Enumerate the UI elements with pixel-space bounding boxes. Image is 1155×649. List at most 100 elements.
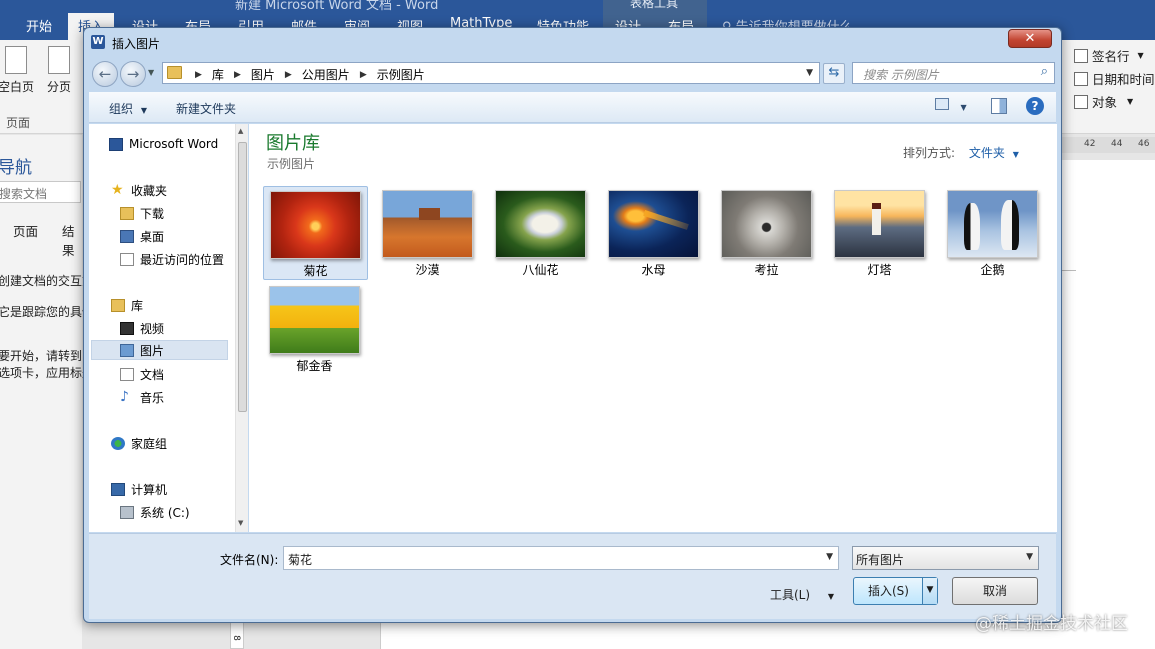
koala-thumbnail (721, 190, 812, 258)
chevron-right-icon[interactable]: ▶ (360, 70, 367, 80)
tree-label: 下载 (140, 206, 165, 221)
page-break-button[interactable]: 分页 (39, 46, 79, 95)
tree-item-libraries[interactable]: 库 (111, 295, 143, 315)
chevron-down-icon: ▼ (1137, 51, 1144, 60)
calendar-icon (1074, 71, 1088, 86)
tree-item-documents[interactable]: 文档 (120, 364, 164, 384)
organize-button[interactable]: 组织 ▼ (109, 100, 147, 117)
word-icon: W (91, 35, 105, 49)
pages-group-label: 页面 (6, 116, 31, 130)
image-tile-tulips[interactable]: 郁金香 (263, 282, 368, 376)
cancel-button[interactable]: 取消 (952, 577, 1038, 605)
address-bar[interactable]: ▶ 库 ▶ 图片 ▶ 公用图片 ▶ 示例图片 ▼ (162, 62, 820, 84)
tree-item-downloads[interactable]: 下载 (120, 203, 164, 223)
date-time-button[interactable]: 日期和时间 (1074, 67, 1155, 90)
ruler-number: 44 (1111, 139, 1123, 149)
preview-pane-icon[interactable] (991, 98, 1007, 114)
dialog-toolbar: 组织 ▼ 新建文件夹 ▼ ? (89, 92, 1056, 123)
tree-label: 视频 (140, 321, 165, 336)
ruler-number: 42 (1084, 139, 1096, 149)
scroll-up-icon[interactable]: ▲ (238, 127, 243, 135)
tulips-thumbnail (269, 286, 360, 354)
filename-input[interactable]: 菊花 ▼ (283, 546, 839, 570)
tree-item-videos[interactable]: 视频 (120, 318, 164, 338)
search-placeholder: 搜索 示例图片 (863, 68, 939, 82)
chevron-right-icon[interactable]: ▶ (195, 70, 202, 80)
tree-item-music[interactable]: ♪ 音乐 (120, 387, 164, 407)
dialog-titlebar[interactable]: W 插入图片 ✕ (84, 28, 1061, 55)
refresh-button[interactable]: ⇆ (823, 63, 845, 84)
tree-item-system-drive[interactable]: 系统 (C:) (120, 502, 190, 522)
tree-item-desktop[interactable]: 桌面 (120, 226, 164, 246)
nav-search-input[interactable]: 搜索文档 (0, 181, 81, 203)
image-tile-jellyfish[interactable]: 水母 (602, 186, 707, 280)
insert-options-dropdown[interactable]: ▼ (922, 578, 937, 604)
tree-item-word[interactable]: Microsoft Word (109, 134, 218, 154)
close-button[interactable]: ✕ (1008, 29, 1052, 48)
back-arrow-icon: ← (98, 65, 112, 83)
watermark: @稀土掘金技术社区 (975, 614, 1128, 634)
chevron-right-icon[interactable]: ▶ (234, 70, 241, 80)
breadcrumb-libraries[interactable]: 库 (212, 66, 224, 83)
tree-label: 家庭组 (131, 436, 168, 451)
search-input[interactable]: 搜索 示例图片 ⌕ (852, 62, 1055, 84)
breadcrumb-pictures[interactable]: 图片 (251, 66, 275, 83)
tree-label: 系统 (C:) (140, 505, 190, 520)
back-button[interactable]: ← (92, 61, 118, 87)
tools-button[interactable]: 工具(L) ▼ (770, 586, 834, 603)
chevron-down-icon[interactable]: ▼ (826, 552, 833, 562)
tab-home[interactable]: 开始 (26, 16, 52, 35)
folder-icon (167, 66, 182, 79)
image-tile-desert[interactable]: 沙漠 (376, 186, 481, 280)
new-folder-button[interactable]: 新建文件夹 (176, 100, 236, 117)
blank-page-button[interactable]: 空白页 (0, 46, 36, 95)
arrange-dropdown[interactable]: 文件夹 ▼ (969, 146, 1019, 160)
object-button[interactable]: 对象 ▼ (1074, 90, 1155, 113)
signature-line-label: 签名行 (1092, 49, 1130, 64)
filename-label: 文件名(N): (220, 553, 279, 567)
scroll-down-icon[interactable]: ▼ (238, 519, 243, 527)
image-tile-koala[interactable]: 考拉 (715, 186, 820, 280)
tree-scrollbar[interactable]: ▲ ▼ (235, 124, 248, 532)
dialog-footer: 文件名(N): 菊花 ▼ 所有图片 ▼ 工具(L) ▼ 插入(S) ▼ 取消 (89, 533, 1056, 619)
recent-pages-dropdown[interactable]: ▼ (148, 68, 154, 77)
library-icon (111, 298, 125, 312)
file-type-value: 所有图片 (856, 553, 905, 567)
tree-item-recent[interactable]: 最近访问的位置 (120, 249, 224, 269)
tree-item-computer[interactable]: 计算机 (111, 479, 167, 499)
tools-label: 工具(L) (770, 588, 811, 602)
breadcrumb-sample-pictures[interactable]: 示例图片 (377, 66, 425, 83)
scrollbar-thumb[interactable] (238, 142, 247, 412)
forward-button[interactable]: → (120, 61, 146, 87)
horizontal-ruler: 42 44 46 (1062, 137, 1155, 153)
search-icon: ⌕ (1040, 64, 1048, 79)
image-label: 水母 (641, 263, 666, 277)
tree-item-pictures[interactable]: 图片 (91, 340, 228, 360)
nav-tab-pages[interactable]: 页面 (13, 221, 38, 240)
change-view-button[interactable]: ▼ (935, 98, 967, 113)
tree-item-homegroup[interactable]: 家庭组 (111, 433, 167, 453)
signature-line-button[interactable]: 签名行 ▼ (1074, 44, 1155, 67)
image-label: 郁金香 (296, 359, 333, 373)
penguins-thumbnail (947, 190, 1038, 258)
tree-item-favorites[interactable]: ★ 收藏夹 (111, 180, 167, 200)
filename-value: 菊花 (288, 553, 313, 567)
insert-label: 插入(S) (868, 584, 909, 598)
image-tile-penguins[interactable]: 企鹅 (941, 186, 1046, 280)
chevron-down-icon: ▼ (1012, 150, 1019, 159)
image-tile-lighthouse[interactable]: 灯塔 (828, 186, 933, 280)
document-page[interactable] (1062, 160, 1155, 649)
vertical-ruler: 8 (230, 620, 244, 649)
nav-tab-results[interactable]: 结果 (62, 221, 82, 259)
tree-label: 图片 (140, 343, 165, 358)
image-tile-chrysanthemum[interactable]: 菊花 (263, 186, 368, 280)
breadcrumb-public-pictures[interactable]: 公用图片 (302, 66, 350, 83)
signature-icon (1074, 48, 1088, 63)
chevron-right-icon[interactable]: ▶ (285, 70, 292, 80)
address-dropdown[interactable]: ▼ (806, 68, 813, 78)
file-type-select[interactable]: 所有图片 ▼ (852, 546, 1039, 570)
image-tile-hydrangeas[interactable]: 八仙花 (489, 186, 594, 280)
help-icon[interactable]: ? (1026, 97, 1044, 115)
star-icon: ★ (111, 181, 124, 198)
navigation-pane: 导航 搜索文档 页面 结果 创建文档的交互式大纲。 它是跟踪您的具体位置 要开始… (0, 135, 130, 649)
